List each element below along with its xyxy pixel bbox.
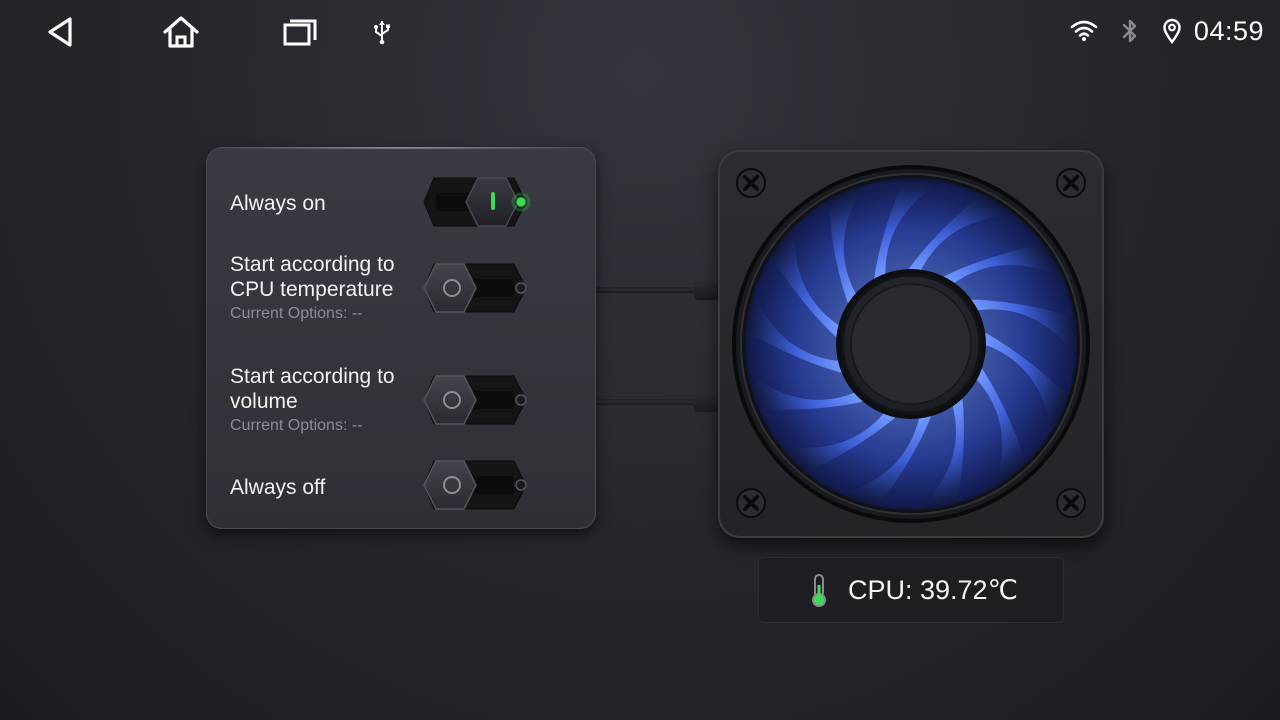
usb-icon [374, 21, 390, 45]
location-icon [1162, 18, 1182, 44]
option-label: Always on [230, 192, 326, 215]
back-icon [48, 17, 72, 47]
cooling-fan [718, 150, 1104, 538]
recent-apps-button[interactable] [278, 10, 322, 54]
cpu-temperature-value: CPU: 39.72℃ [848, 574, 1018, 605]
recent-apps-icon [283, 19, 317, 46]
cpu-temperature-readout: CPU: 39.72℃ [758, 557, 1064, 623]
status-clock: 04:59 [1193, 15, 1264, 46]
home-button[interactable] [159, 10, 203, 54]
fan-icon [732, 165, 1090, 523]
option-label: Always off [230, 476, 326, 499]
wifi-icon [1070, 20, 1098, 42]
volume-toggle[interactable] [422, 374, 530, 426]
thermometer-icon [810, 573, 828, 607]
option-label: Start according to volume [230, 365, 395, 413]
bluetooth-icon [1120, 17, 1140, 45]
option-label: Start according to CPU temperature [230, 253, 395, 301]
home-icon [163, 16, 199, 48]
status-area: 04:59 [1048, 0, 1264, 62]
connector-plug [694, 282, 718, 300]
always-off-toggle[interactable] [422, 459, 530, 511]
system-navigation-bar: 04:59 [0, 0, 1280, 62]
always-on-toggle[interactable] [422, 176, 531, 228]
back-button[interactable] [38, 10, 82, 54]
cpu-temperature-toggle[interactable] [422, 262, 530, 314]
usb-status [360, 10, 404, 54]
connector-plug [694, 394, 718, 412]
fan-mode-panel: Always on Start according to CPU tempera… [206, 147, 596, 529]
